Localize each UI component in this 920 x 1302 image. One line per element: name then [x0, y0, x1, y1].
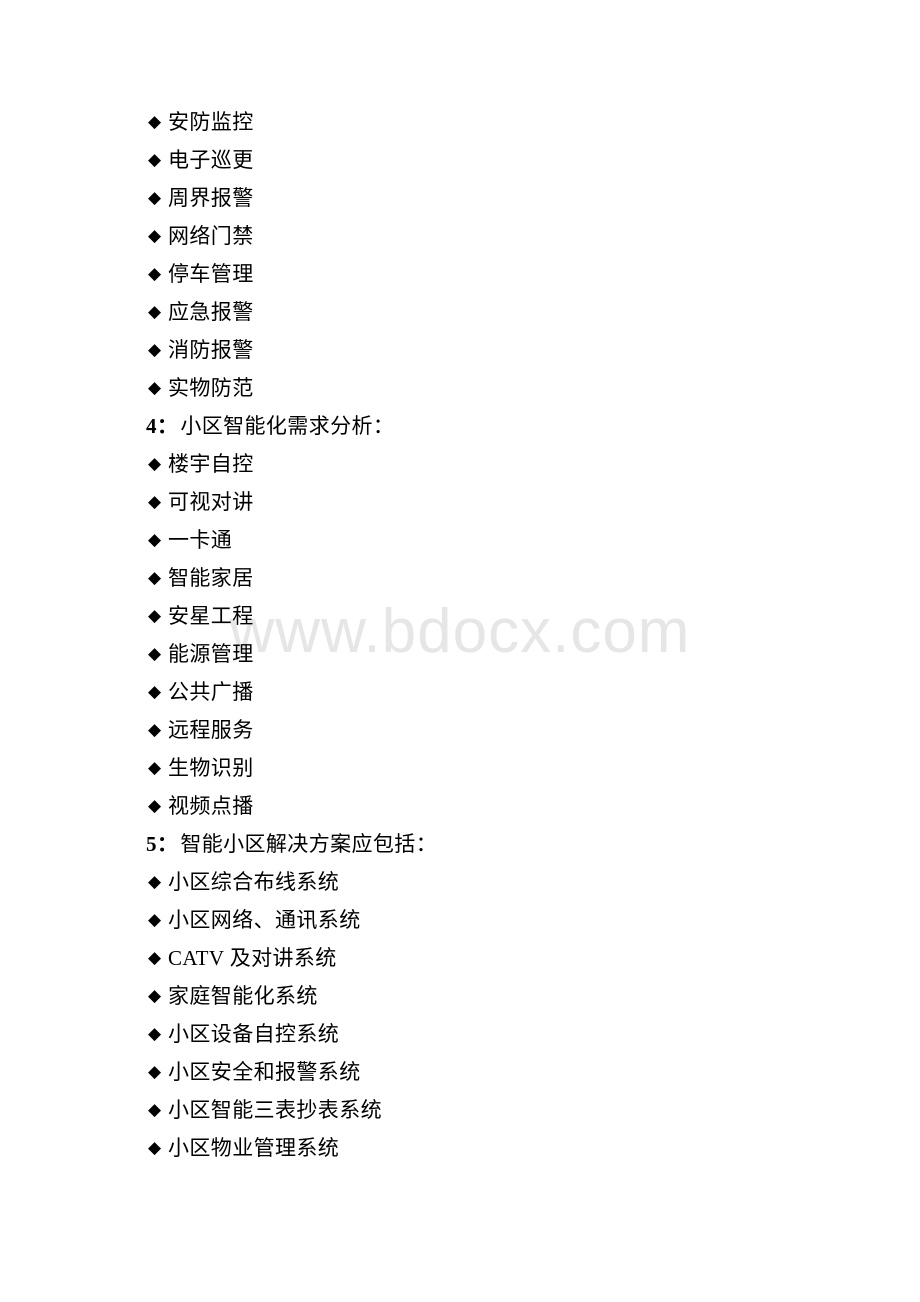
- diamond-bullet-icon: ◆: [148, 492, 162, 511]
- list-item-label: 小区安全和报警系统: [168, 1060, 361, 1084]
- list-item-label: 小区综合布线系统: [168, 870, 340, 894]
- list-item: ◆ 小区综合布线系统: [0, 863, 920, 901]
- list-item-label: 智能家居: [168, 566, 254, 590]
- diamond-bullet-icon: ◆: [148, 1024, 162, 1043]
- list-item: ◆ 小区安全和报警系统: [0, 1053, 920, 1091]
- diamond-bullet-icon: ◆: [148, 302, 162, 321]
- list-item: ◆ 视频点播: [0, 787, 920, 825]
- list-item: ◆ CATV 及对讲系统: [0, 939, 920, 977]
- list-item-label: 生物识别: [168, 756, 254, 780]
- diamond-bullet-icon: ◆: [148, 530, 162, 549]
- diamond-bullet-icon: ◆: [148, 796, 162, 815]
- list-item-label: 公共广播: [168, 680, 254, 704]
- section-heading-label: 智能小区解决方案应包括：: [180, 832, 438, 856]
- list-item: ◆ 小区设备自控系统: [0, 1015, 920, 1053]
- list-item-label: 安防监控: [168, 110, 254, 134]
- diamond-bullet-icon: ◆: [148, 226, 162, 245]
- list-item-label: 小区物业管理系统: [168, 1136, 340, 1160]
- list-item: ◆ 停车管理: [0, 255, 920, 293]
- list-item-label: 停车管理: [168, 262, 254, 286]
- list-item-label: 消防报警: [168, 338, 254, 362]
- list-item-label: 能源管理: [168, 642, 254, 666]
- diamond-bullet-icon: ◆: [148, 340, 162, 359]
- diamond-bullet-icon: ◆: [148, 378, 162, 397]
- section-heading: 5：智能小区解决方案应包括：: [0, 825, 920, 863]
- diamond-bullet-icon: ◆: [148, 568, 162, 587]
- list-item: ◆ 小区网络、通讯系统: [0, 901, 920, 939]
- diamond-bullet-icon: ◆: [148, 948, 162, 967]
- diamond-bullet-icon: ◆: [148, 986, 162, 1005]
- list-item-label: 小区网络、通讯系统: [168, 908, 361, 932]
- list-item-label: 家庭智能化系统: [168, 984, 318, 1008]
- diamond-bullet-icon: ◆: [148, 606, 162, 625]
- list-item: ◆ 楼宇自控: [0, 445, 920, 483]
- list-item-label: 可视对讲: [168, 490, 254, 514]
- list-item: ◆ 电子巡更: [0, 141, 920, 179]
- list-item-label: 实物防范: [168, 376, 254, 400]
- diamond-bullet-icon: ◆: [148, 872, 162, 891]
- list-item: ◆ 家庭智能化系统: [0, 977, 920, 1015]
- diamond-bullet-icon: ◆: [148, 720, 162, 739]
- list-item: ◆ 周界报警: [0, 179, 920, 217]
- diamond-bullet-icon: ◆: [148, 188, 162, 207]
- diamond-bullet-icon: ◆: [148, 644, 162, 663]
- list-item-label: 一卡通: [168, 528, 233, 552]
- diamond-bullet-icon: ◆: [148, 910, 162, 929]
- list-item: ◆ 安星工程: [0, 597, 920, 635]
- diamond-bullet-icon: ◆: [148, 112, 162, 131]
- diamond-bullet-icon: ◆: [148, 1100, 162, 1119]
- diamond-bullet-icon: ◆: [148, 682, 162, 701]
- section-heading: 4：小区智能化需求分析：: [0, 407, 920, 445]
- list-item: ◆ 生物识别: [0, 749, 920, 787]
- list-item: ◆ 实物防范: [0, 369, 920, 407]
- diamond-bullet-icon: ◆: [148, 758, 162, 777]
- list-item-label: 安星工程: [168, 604, 254, 628]
- list-item: ◆ 公共广播: [0, 673, 920, 711]
- list-item-label: 网络门禁: [168, 224, 254, 248]
- list-item-label: 应急报警: [168, 300, 254, 324]
- list-item: ◆ 能源管理: [0, 635, 920, 673]
- list-item-label: CATV 及对讲系统: [168, 946, 337, 970]
- list-item-label: 周界报警: [168, 186, 254, 210]
- diamond-bullet-icon: ◆: [148, 454, 162, 473]
- section-heading-label: 小区智能化需求分析：: [180, 414, 395, 438]
- diamond-bullet-icon: ◆: [148, 150, 162, 169]
- list-item: ◆ 小区物业管理系统: [0, 1129, 920, 1167]
- list-item-label: 远程服务: [168, 718, 254, 742]
- section-number: 4：: [146, 414, 179, 438]
- section-number: 5：: [146, 832, 179, 856]
- list-item: ◆ 可视对讲: [0, 483, 920, 521]
- list-item: ◆ 智能家居: [0, 559, 920, 597]
- diamond-bullet-icon: ◆: [148, 264, 162, 283]
- list-item: ◆ 小区智能三表抄表系统: [0, 1091, 920, 1129]
- list-item-label: 小区智能三表抄表系统: [168, 1098, 382, 1122]
- list-item: ◆ 一卡通: [0, 521, 920, 559]
- list-item: ◆ 消防报警: [0, 331, 920, 369]
- diamond-bullet-icon: ◆: [148, 1062, 162, 1081]
- list-item-label: 小区设备自控系统: [168, 1022, 340, 1046]
- document-page: www.bdocx.com ◆ 安防监控 ◆ 电子巡更 ◆ 周界报警 ◆ 网络门禁 ◆ 停车管理 ◆…: [0, 0, 920, 1302]
- list-item: ◆ 远程服务: [0, 711, 920, 749]
- document-body: ◆ 安防监控 ◆ 电子巡更 ◆ 周界报警 ◆ 网络门禁 ◆ 停车管理 ◆ 应急报警 ◆ 消防报警 ◆ 实物防范…: [0, 0, 920, 1167]
- list-item: ◆ 应急报警: [0, 293, 920, 331]
- diamond-bullet-icon: ◆: [148, 1138, 162, 1157]
- list-item-label: 楼宇自控: [168, 452, 254, 476]
- list-item-label: 视频点播: [168, 794, 254, 818]
- list-item: ◆ 安防监控: [0, 103, 920, 141]
- list-item-label: 电子巡更: [168, 148, 254, 172]
- list-item: ◆ 网络门禁: [0, 217, 920, 255]
